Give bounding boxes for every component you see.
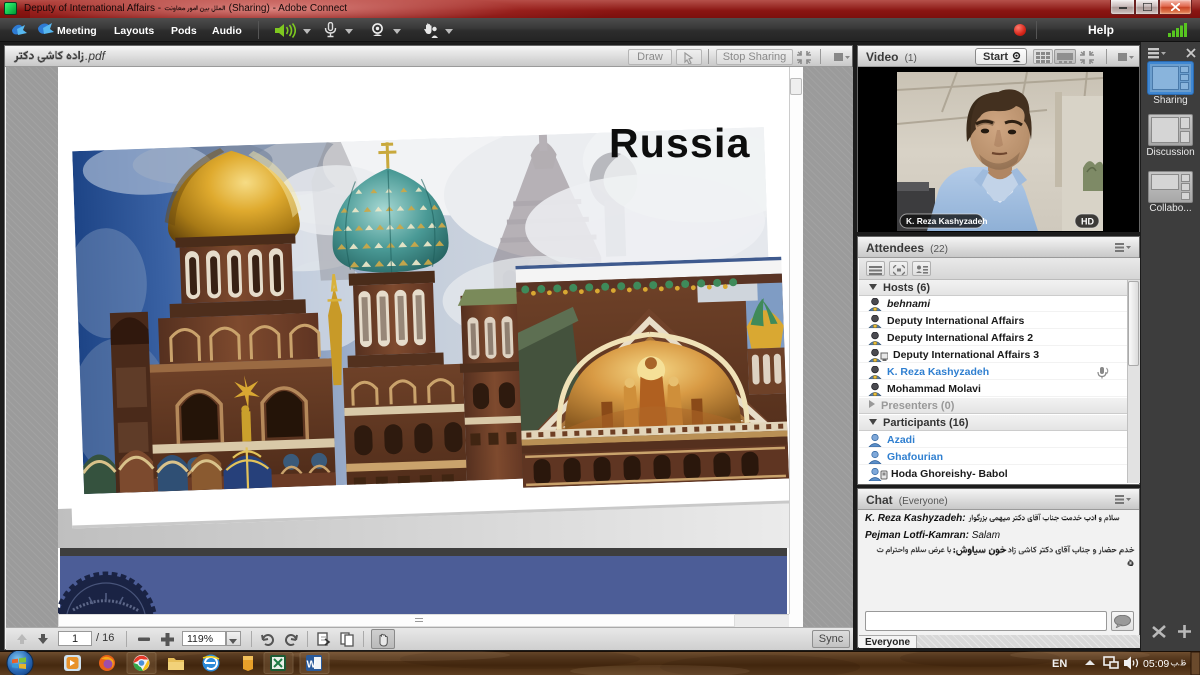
svg-text:K. Reza Kashyzadeh: K. Reza Kashyzadeh <box>906 216 987 226</box>
svg-text:EN: EN <box>1052 658 1067 670</box>
svg-text:05:09: 05:09 <box>1143 658 1169 670</box>
svg-text:Russia: Russia <box>609 120 751 166</box>
svg-text:W: W <box>307 660 317 671</box>
svg-text:HD: HD <box>1081 217 1094 227</box>
